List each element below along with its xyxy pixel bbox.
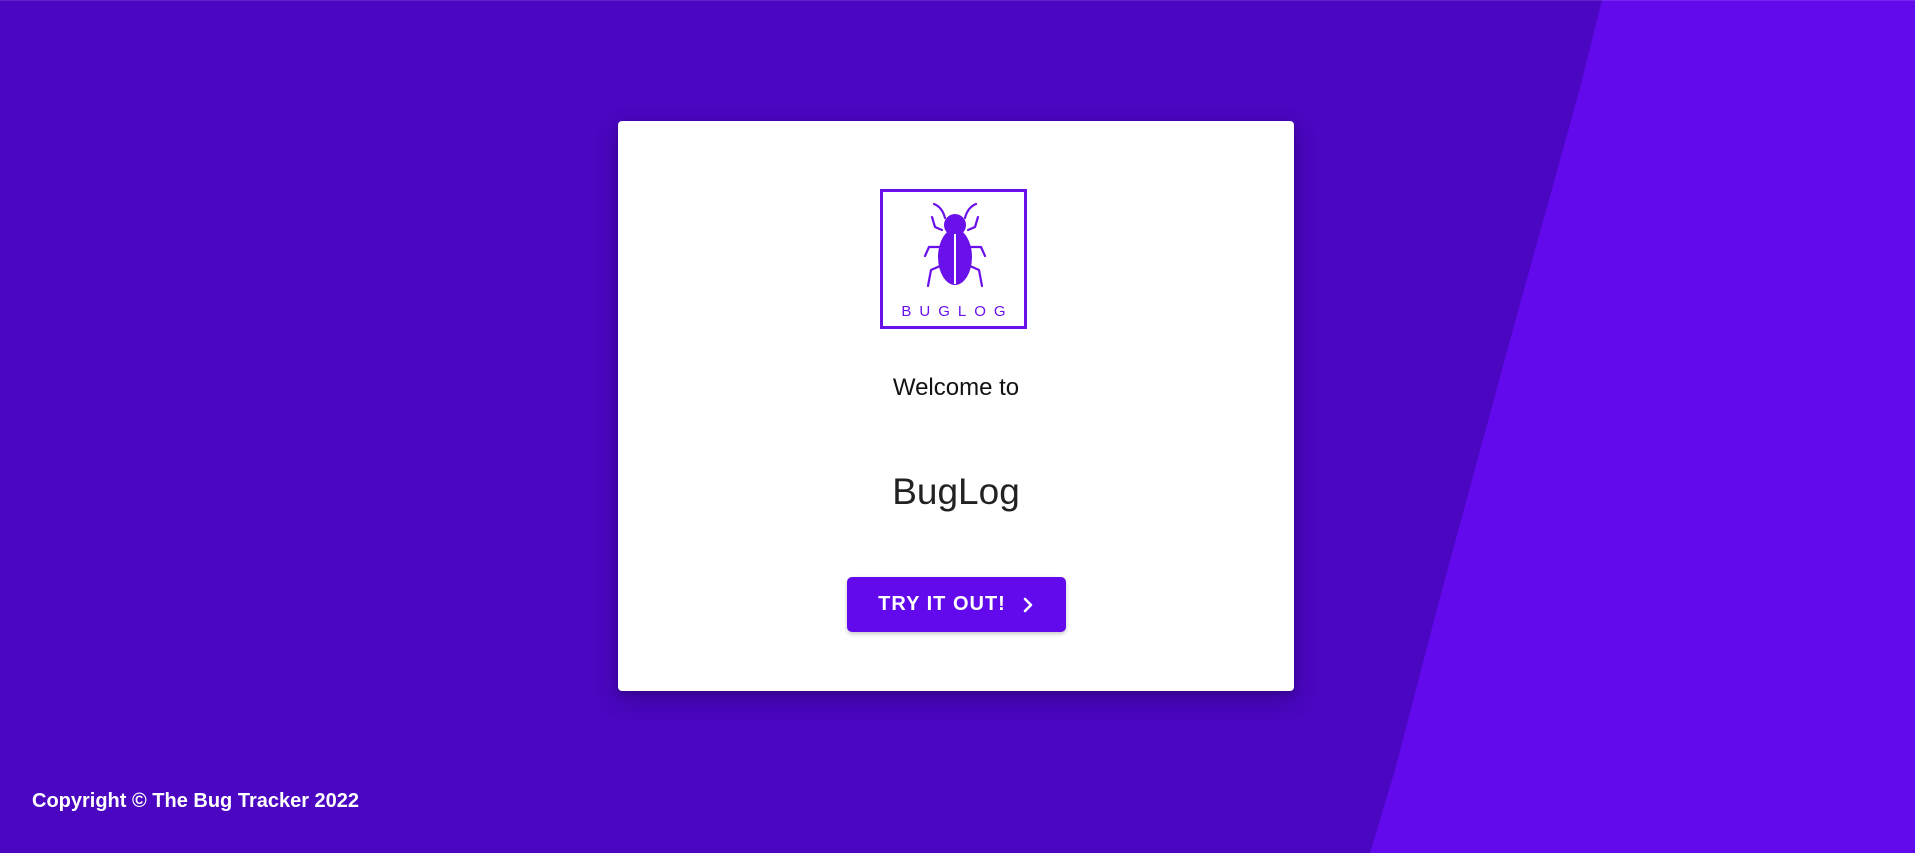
copyright-footer: Copyright © The Bug Tracker 2022 <box>32 790 360 812</box>
bug-icon <box>923 202 987 288</box>
welcome-text: Welcome to <box>892 374 1020 401</box>
buglog-logo: BUGLOG <box>880 189 1027 329</box>
welcome-card: BUGLOG Welcome to BugLog TRY IT OUT! <box>618 121 1294 691</box>
try-it-out-label: TRY IT OUT! <box>878 593 1006 615</box>
chevron-right-icon <box>1023 597 1033 612</box>
top-border-line <box>0 0 1915 1</box>
page-title: BugLog <box>892 471 1020 512</box>
try-it-out-button[interactable]: TRY IT OUT! <box>847 577 1066 632</box>
logo-wordmark: BUGLOG <box>901 303 1014 320</box>
